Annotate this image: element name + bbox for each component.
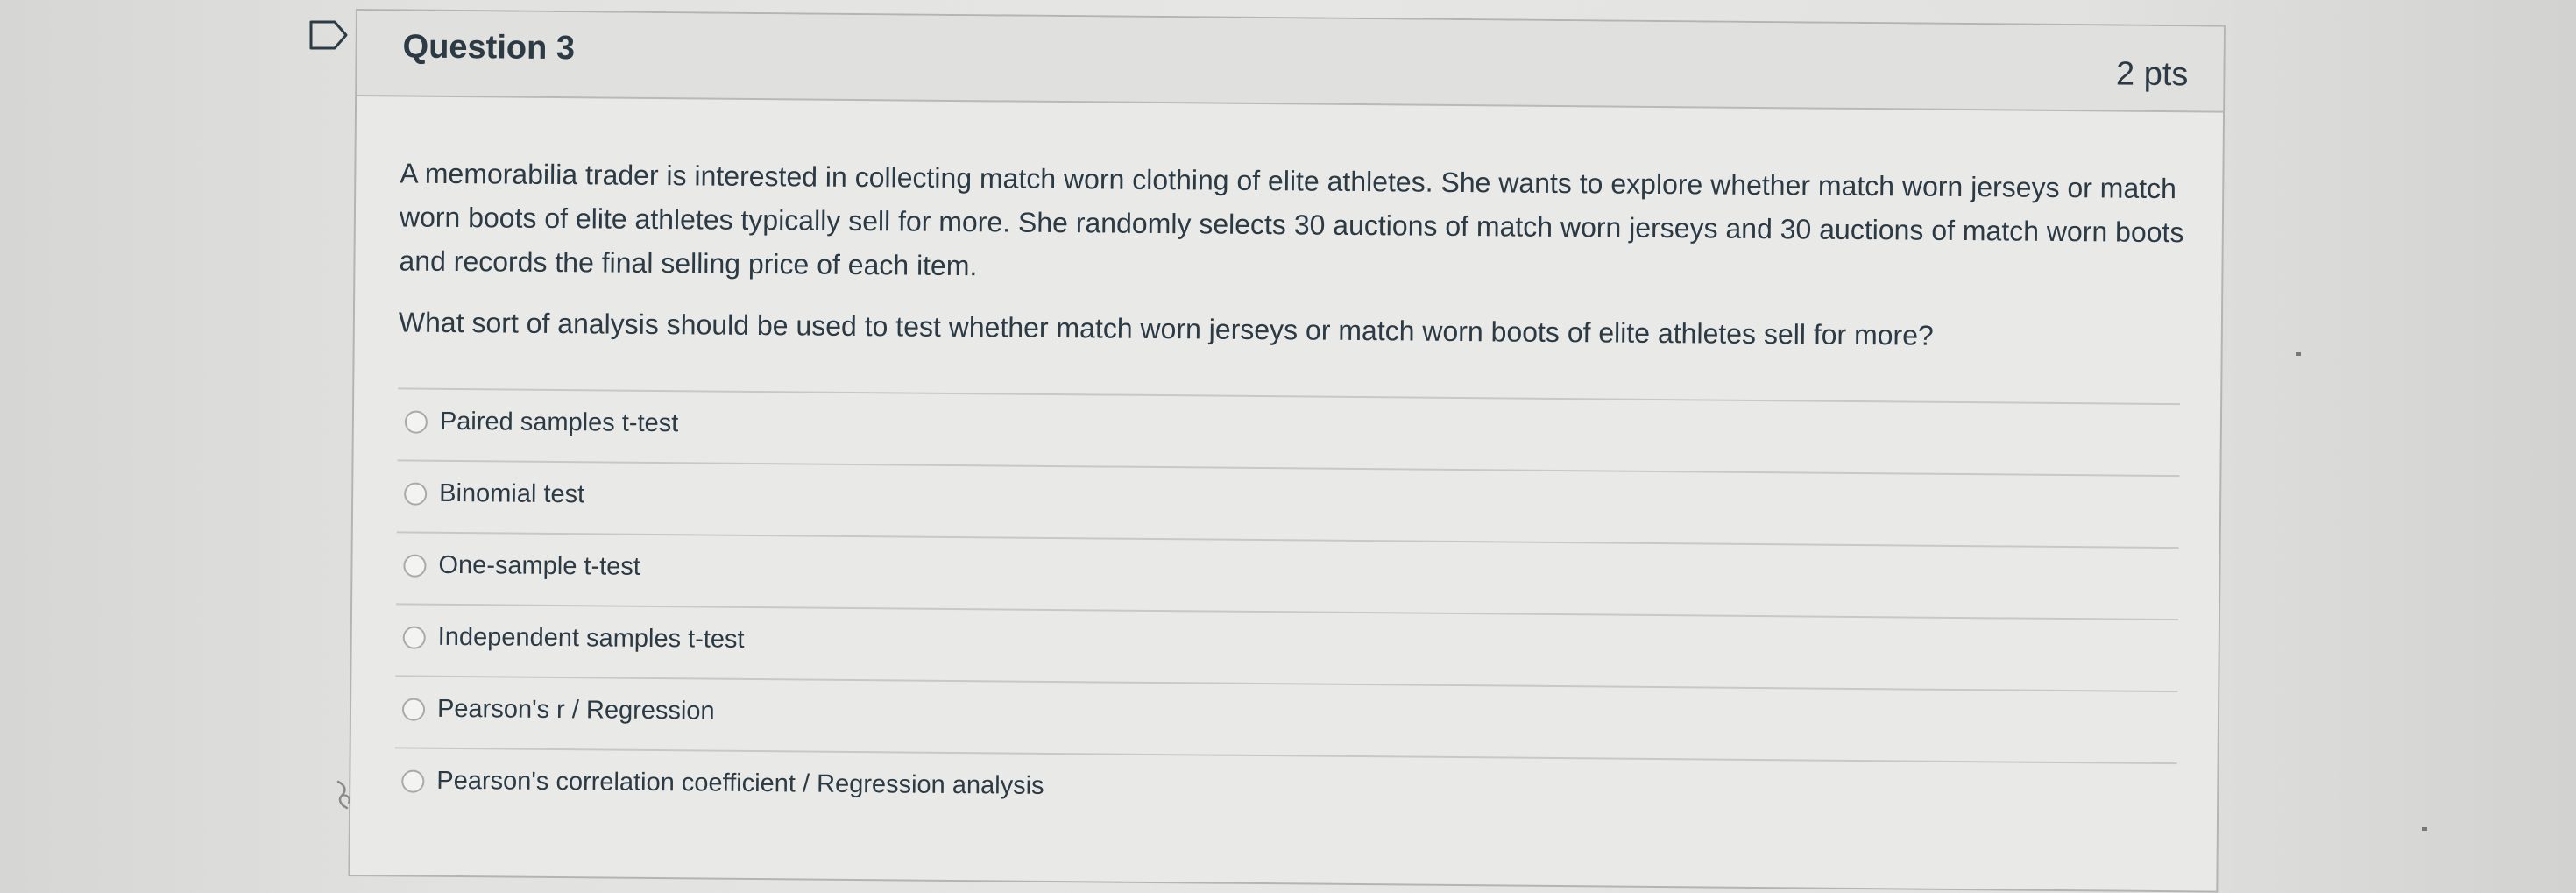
answer-option-pearson-correlation[interactable]: Pearson's correlation coefficient / Regr…	[393, 747, 2177, 835]
radio-button-icon[interactable]	[402, 626, 426, 649]
screen-speck	[2296, 352, 2301, 356]
radio-button-icon[interactable]	[404, 482, 428, 506]
question-points: 2 pts	[2115, 55, 2189, 94]
radio-button-icon[interactable]	[401, 769, 425, 793]
question-body: A memorabilia trader is interested in co…	[398, 151, 2187, 377]
answer-label[interactable]: One-sample t-test	[438, 551, 640, 582]
question-prompt: What sort of analysis should be used to …	[398, 306, 1934, 351]
answer-label[interactable]: Pearson's correlation coefficient / Regr…	[436, 767, 1044, 801]
answer-list: Paired samples t-test Binomial test One-…	[393, 387, 2181, 835]
question-card: Question 3 2 pts A memorabilia trader is…	[348, 9, 2226, 893]
screen-speck	[2422, 827, 2427, 831]
answer-label[interactable]: Independent samples t-test	[438, 623, 745, 655]
question-stem: A memorabilia trader is interested in co…	[399, 157, 2184, 282]
question-header: Question 3 2 pts	[357, 11, 2224, 113]
answer-label[interactable]: Binomial test	[439, 479, 584, 509]
cursor-icon	[336, 780, 350, 810]
radio-button-icon[interactable]	[404, 410, 428, 434]
radio-button-icon[interactable]	[403, 554, 427, 578]
question-title: Question 3	[402, 28, 576, 67]
flag-question-icon[interactable]	[308, 19, 349, 51]
answer-label[interactable]: Paired samples t-test	[440, 408, 679, 438]
answer-label[interactable]: Pearson's r / Regression	[437, 695, 715, 726]
radio-button-icon[interactable]	[401, 698, 426, 721]
